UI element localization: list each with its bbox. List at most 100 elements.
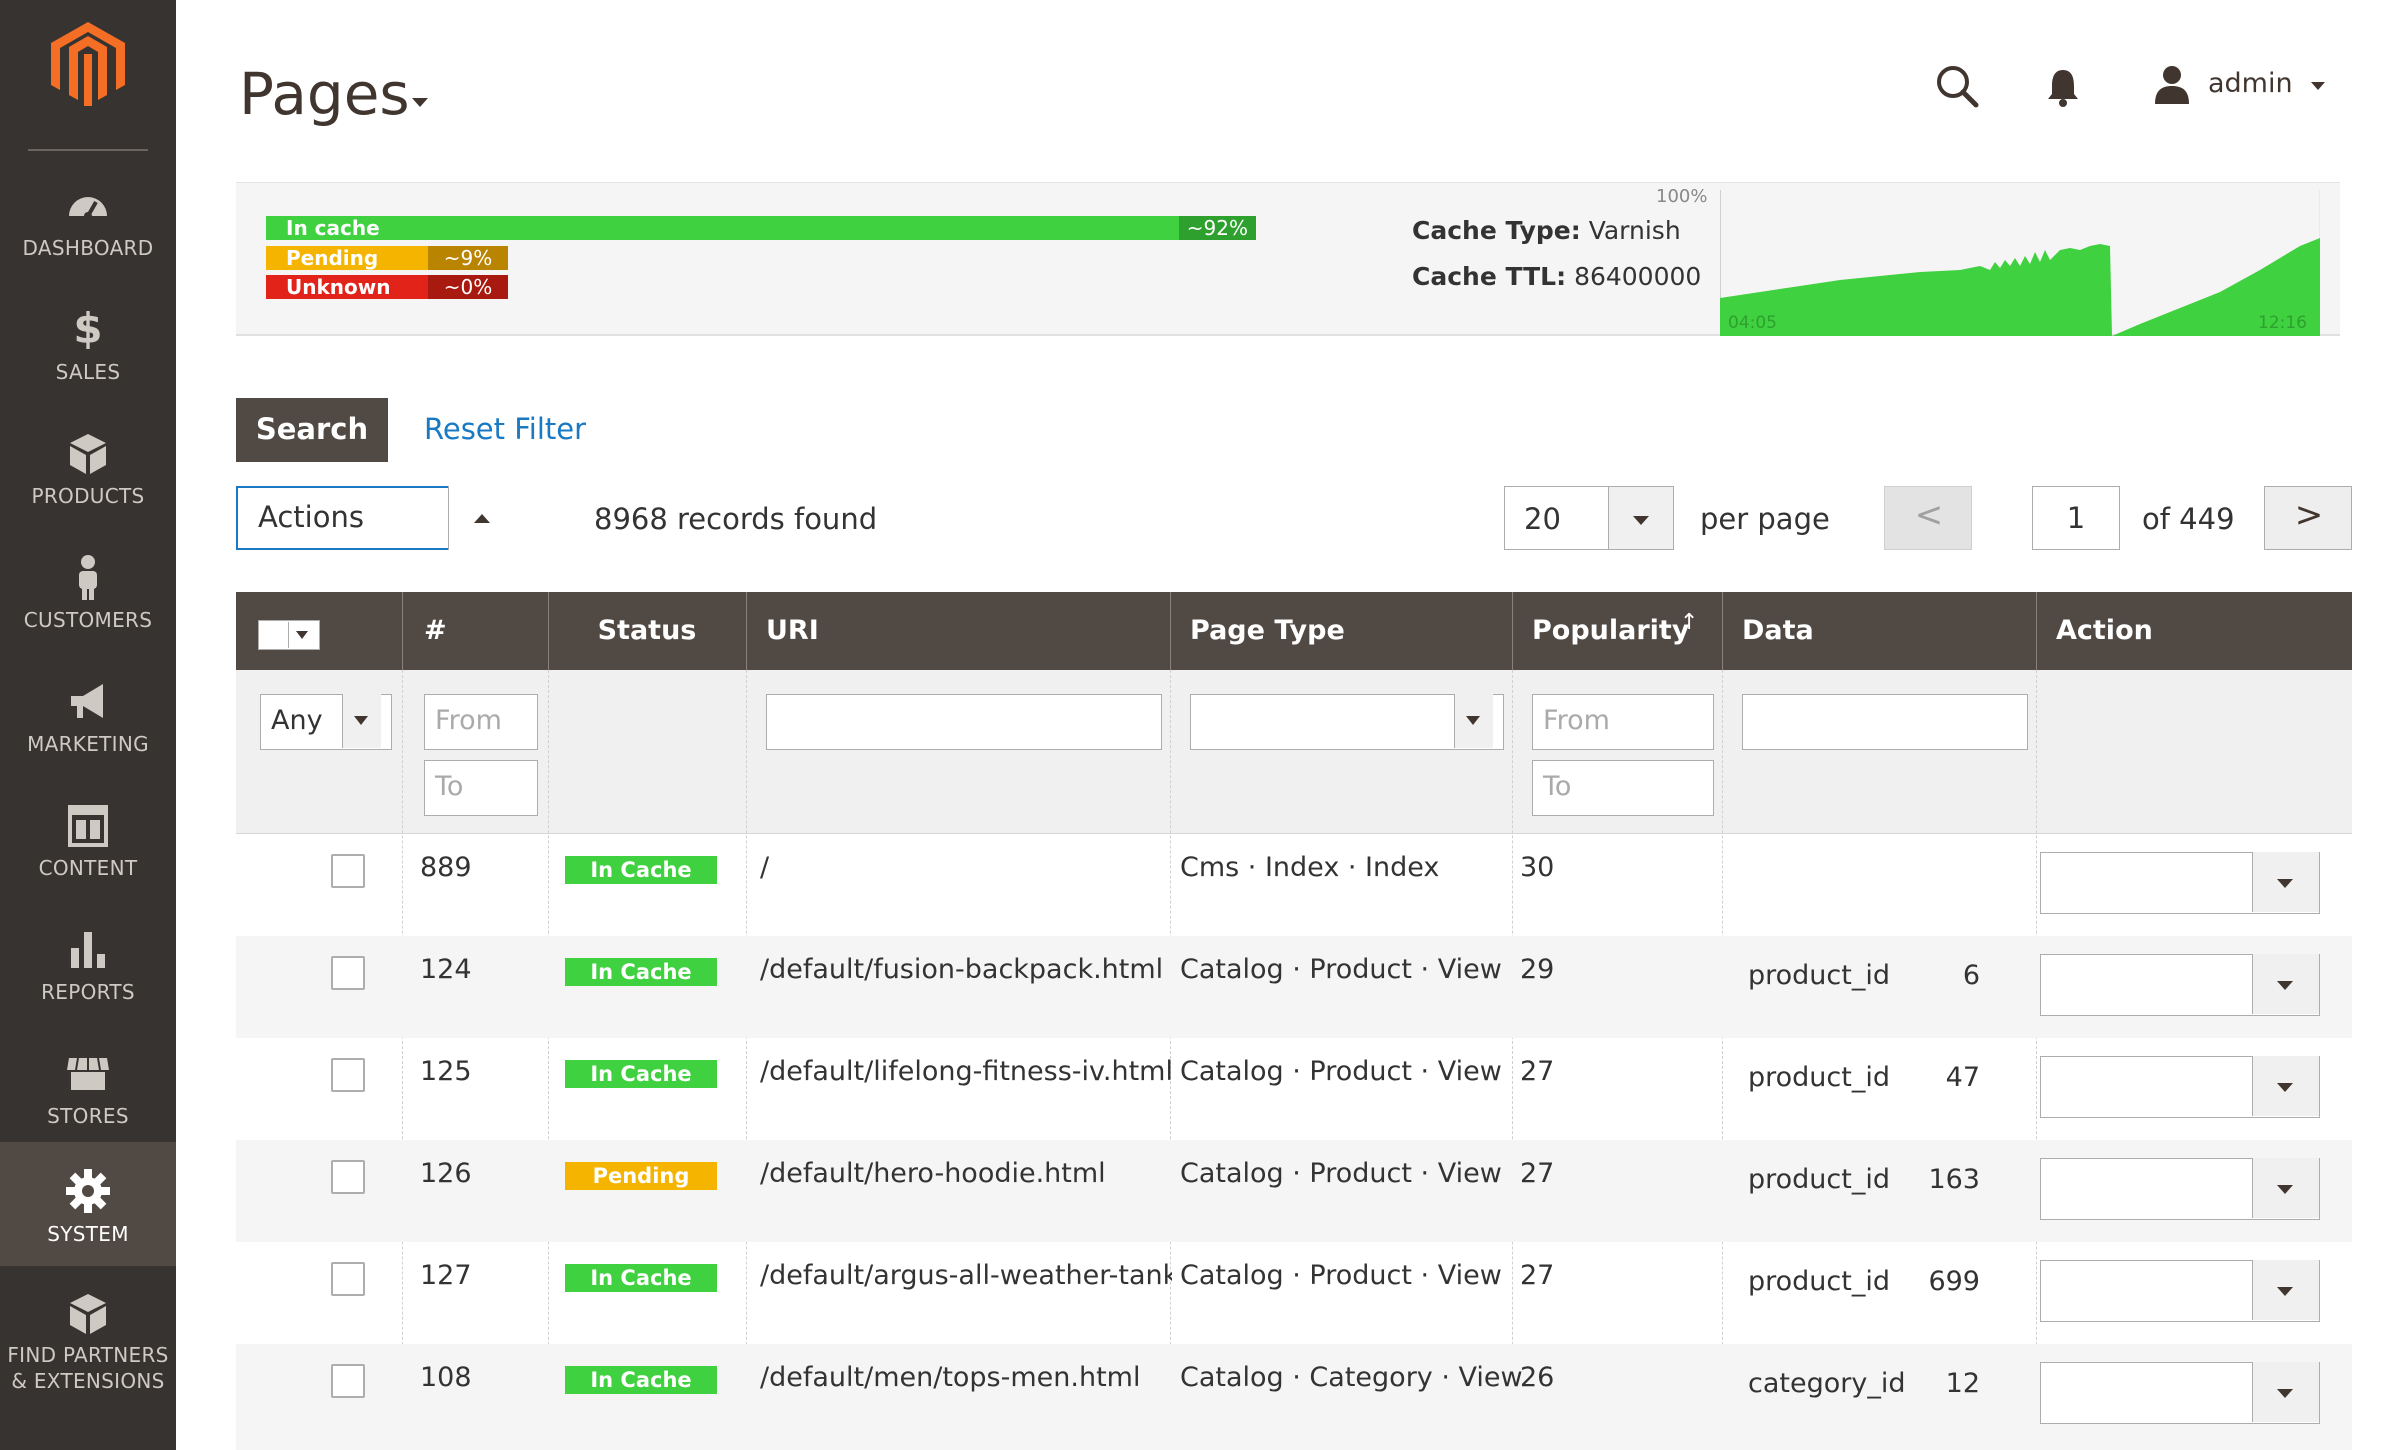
user-menu-caret-icon[interactable] — [2311, 82, 2325, 90]
chevron-right-icon: > — [2294, 495, 2324, 535]
row-page-type: Catalog · Category · View — [1180, 1362, 1523, 1393]
pending-label: Pending — [286, 246, 379, 270]
row-page-type: Catalog · Product · View — [1180, 1260, 1502, 1291]
search-button[interactable]: Search — [236, 398, 388, 462]
user-icon[interactable] — [2152, 64, 2192, 104]
sidebar-item-dashboard[interactable]: DASHBOARD — [0, 160, 176, 284]
uri-filter-input[interactable] — [766, 694, 1162, 750]
sidebar-item-marketing[interactable]: MARKETING — [0, 656, 176, 780]
row-popularity: 26 — [1520, 1362, 1555, 1393]
graph-start-time: 04:05 — [1728, 313, 1777, 333]
next-page-button[interactable]: > — [2264, 486, 2352, 550]
row-id: 125 — [420, 1056, 472, 1087]
row-uri: /default/lifelong-fitness-iv.html — [760, 1056, 1172, 1087]
page-number-input[interactable]: 1 — [2032, 486, 2120, 550]
column-header-id[interactable]: # — [424, 592, 447, 670]
chevron-down-icon — [1466, 716, 1480, 725]
in-cache-percent: ~92% — [1178, 216, 1256, 240]
column-header-action: Action — [2056, 615, 2153, 646]
sidebar-item-label: SALES — [55, 360, 121, 384]
row-id: 127 — [420, 1260, 472, 1291]
row-id: 108 — [420, 1362, 472, 1393]
in-cache-bar: In cache ~92% — [266, 216, 1256, 240]
column-header-page-type[interactable]: Page Type — [1190, 592, 1345, 670]
popularity-from-input[interactable]: From — [1532, 694, 1714, 750]
row-checkbox[interactable] — [331, 1364, 365, 1398]
table-row[interactable] — [236, 1242, 2352, 1344]
header-divider — [2036, 592, 2037, 670]
chevron-down-icon — [2277, 981, 2293, 990]
mass-select-checkbox[interactable] — [258, 620, 320, 650]
popularity-to-input[interactable]: To — [1532, 760, 1714, 816]
magento-logo[interactable] — [51, 22, 125, 106]
table-row[interactable] — [236, 834, 2352, 936]
row-page-type: Catalog · Product · View — [1180, 1158, 1502, 1189]
row-data-key: product_id — [1748, 1062, 1890, 1093]
sidebar-item-sales[interactable]: $ SALES — [0, 284, 176, 408]
sort-ascending-icon[interactable]: ↑ — [1680, 610, 1698, 635]
page-title[interactable]: Pages — [239, 60, 410, 128]
id-to-input[interactable]: To — [424, 760, 538, 816]
row-checkbox[interactable] — [331, 1262, 365, 1296]
bar-chart-icon — [71, 932, 105, 968]
header-divider — [1512, 592, 1513, 670]
bell-icon[interactable] — [2044, 66, 2082, 108]
row-checkbox[interactable] — [331, 956, 365, 990]
column-header-data[interactable]: Data — [1742, 592, 1814, 670]
total-pages: of 449 — [2142, 502, 2235, 536]
status-badge: In Cache — [565, 1060, 717, 1088]
cache-type: Cache Type: Varnish — [1412, 216, 1681, 245]
unknown-label: Unknown — [286, 275, 391, 299]
row-data-value: 12 — [1945, 1368, 1980, 1399]
column-header-popularity[interactable]: Popularity — [1532, 592, 1689, 670]
gear-icon — [66, 1169, 110, 1213]
table-row[interactable] — [236, 1038, 2352, 1140]
search-icon[interactable] — [1935, 64, 1979, 108]
chevron-down-icon[interactable] — [296, 631, 308, 639]
cache-type-value: Varnish — [1588, 216, 1681, 245]
title-caret-icon[interactable] — [412, 98, 428, 107]
sidebar-item-label: DASHBOARD — [22, 236, 154, 260]
sidebar-item-find-partners[interactable]: FIND PARTNERS & EXTENSIONS — [0, 1276, 176, 1400]
row-popularity: 27 — [1520, 1158, 1555, 1189]
sidebar-item-customers[interactable]: CUSTOMERS — [0, 532, 176, 656]
row-popularity: 30 — [1520, 852, 1555, 883]
graph-end-time: 12:16 — [2258, 313, 2307, 333]
chevron-down-icon — [2277, 879, 2293, 888]
sidebar-item-products[interactable]: PRODUCTS — [0, 408, 176, 532]
row-uri: /default/men/tops-men.html — [760, 1362, 1141, 1393]
chevron-down-icon — [354, 716, 368, 725]
table-row[interactable] — [236, 1140, 2352, 1242]
layout-icon — [68, 805, 108, 847]
storefront-icon — [67, 1057, 109, 1090]
unknown-bar: Unknown ~0% — [266, 275, 508, 299]
sidebar-item-label: CONTENT — [38, 856, 138, 880]
id-from-input[interactable]: From — [424, 694, 538, 750]
row-data-value: 163 — [1928, 1164, 1980, 1195]
user-menu-label[interactable]: admin — [2208, 68, 2293, 99]
data-filter-input[interactable] — [1742, 694, 2028, 750]
row-checkbox[interactable] — [331, 1058, 365, 1092]
row-uri: / — [760, 852, 770, 883]
box-icon — [70, 434, 106, 474]
prev-page-button[interactable]: < — [1884, 486, 1972, 550]
row-checkbox[interactable] — [331, 854, 365, 888]
cache-ttl-label: Cache TTL: — [1412, 262, 1567, 291]
table-row[interactable] — [236, 1344, 2352, 1450]
per-page-label: per page — [1700, 502, 1830, 536]
sidebar-item-reports[interactable]: REPORTS — [0, 904, 176, 1028]
header-divider — [1722, 592, 1723, 670]
reset-filter-link[interactable]: Reset Filter — [424, 412, 586, 446]
row-checkbox[interactable] — [331, 1160, 365, 1194]
actions-select-label: Actions — [258, 500, 364, 534]
column-header-status[interactable]: Status — [548, 592, 746, 670]
sidebar-item-stores[interactable]: STORES — [0, 1028, 176, 1152]
sidebar-item-system[interactable]: SYSTEM — [0, 1142, 176, 1266]
chevron-up-icon — [474, 514, 490, 523]
sidebar-item-content[interactable]: CONTENT — [0, 780, 176, 904]
chevron-left-icon: < — [1914, 495, 1944, 535]
table-row[interactable] — [236, 936, 2352, 1038]
cache-type-label: Cache Type: — [1412, 216, 1581, 245]
column-header-uri[interactable]: URI — [766, 592, 819, 670]
status-badge: In Cache — [565, 856, 717, 884]
